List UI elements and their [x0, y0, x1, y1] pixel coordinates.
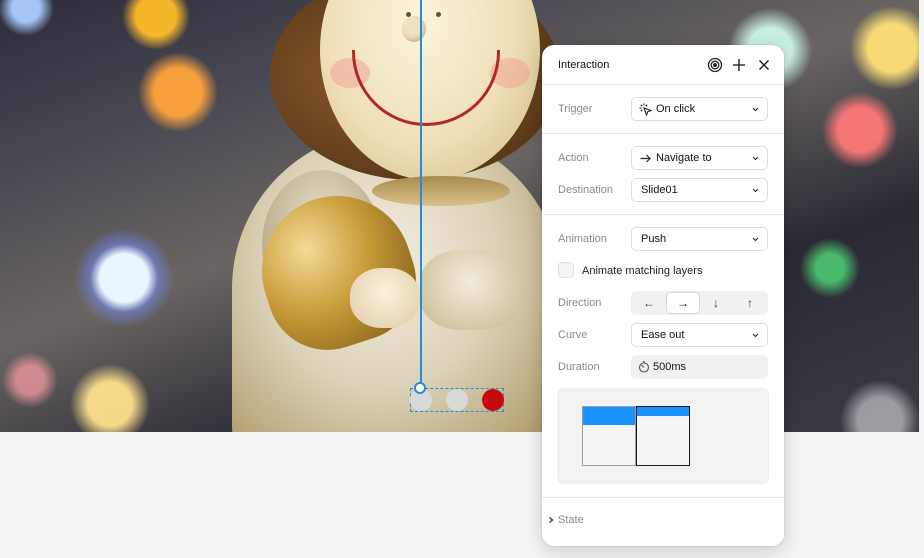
angel-figurine-eye — [406, 12, 411, 17]
action-select[interactable]: Navigate to — [631, 146, 768, 170]
chevron-down-icon — [752, 236, 759, 243]
state-label: State — [558, 514, 584, 526]
angel-figurine-nose — [402, 16, 426, 42]
destination-label: Destination — [558, 184, 614, 196]
angel-figurine-eye — [436, 12, 441, 17]
animation-value: Push — [641, 233, 667, 245]
interaction-panel: Interaction Trigger On click Action Navi… — [542, 45, 784, 546]
trigger-value: On click — [656, 103, 696, 115]
close-icon[interactable] — [755, 56, 773, 74]
direction-up-button[interactable]: ↑ — [734, 293, 766, 313]
duration-label: Duration — [558, 361, 600, 373]
click-icon — [639, 103, 652, 116]
carousel-dot[interactable] — [446, 389, 468, 411]
direction-right-button[interactable]: → — [667, 293, 699, 313]
state-section-toggle[interactable]: State — [542, 497, 784, 546]
trigger-label: Trigger — [558, 103, 593, 115]
divider — [542, 214, 784, 215]
curve-value: Ease out — [641, 329, 685, 341]
animation-label: Animation — [558, 233, 607, 245]
prototype-connection-line[interactable] — [420, 0, 422, 388]
chevron-right-icon — [547, 516, 555, 524]
destination-select[interactable]: Slide01 — [631, 178, 768, 202]
stopwatch-icon — [638, 361, 650, 373]
action-value: Navigate to — [656, 152, 712, 164]
trigger-select[interactable]: On click — [631, 97, 768, 121]
duration-input[interactable]: 500ms — [631, 355, 768, 379]
direction-left-button[interactable]: ← — [633, 293, 665, 313]
direction-down-button[interactable]: ↓ — [700, 293, 732, 313]
angel-figurine-collar — [372, 176, 510, 206]
angel-figurine-hand — [350, 268, 420, 328]
preview-slide-from — [582, 406, 636, 466]
carousel-dot-active[interactable] — [482, 389, 504, 411]
panel-title: Interaction — [558, 59, 610, 71]
panel-header: Interaction — [542, 45, 784, 85]
arrow-right-icon — [639, 152, 652, 165]
preview-slide-to — [636, 406, 690, 466]
divider — [542, 133, 784, 134]
animate-matching-layers-checkbox[interactable] — [558, 262, 574, 278]
curve-label: Curve — [558, 329, 588, 341]
curve-select[interactable]: Ease out — [631, 323, 768, 347]
chevron-down-icon — [752, 155, 759, 162]
preview-slide-header — [583, 407, 635, 425]
chevron-down-icon — [752, 106, 759, 113]
chevron-down-icon — [752, 332, 759, 339]
direction-label: Direction — [558, 297, 602, 309]
action-label: Action — [558, 152, 589, 164]
plus-icon[interactable] — [730, 56, 748, 74]
direction-segmented-control: ← → ↓ ↑ — [631, 291, 768, 315]
chevron-down-icon — [752, 187, 759, 194]
duration-value: 500ms — [653, 361, 687, 373]
preview-slide-header — [637, 407, 689, 416]
target-icon[interactable] — [706, 56, 724, 74]
animate-matching-layers-label: Animate matching layers — [582, 265, 703, 277]
destination-value: Slide01 — [641, 184, 678, 196]
animation-select[interactable]: Push — [631, 227, 768, 251]
angel-figurine-sleeve — [420, 250, 520, 330]
connection-handle[interactable] — [414, 382, 426, 394]
animation-preview — [557, 388, 769, 484]
